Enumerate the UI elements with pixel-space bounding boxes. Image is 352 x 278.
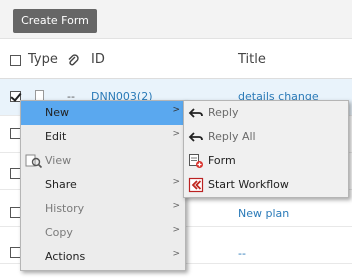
start-workflow-icon <box>188 177 204 193</box>
menu-item-label: View <box>45 154 72 167</box>
select-all-checkbox[interactable] <box>10 55 21 66</box>
menu-item-label: Copy <box>45 226 73 239</box>
submenu-item-start-workflow[interactable]: Start Workflow <box>184 173 348 197</box>
submenu-item-label: Form <box>208 154 236 167</box>
new-submenu: Reply Reply All Form Start Workflow <box>183 100 349 198</box>
submenu-arrow-icon: > <box>172 225 180 235</box>
create-form-button[interactable]: Create Form <box>13 9 97 33</box>
submenu-item-reply-all[interactable]: Reply All <box>184 125 348 149</box>
menu-item-new[interactable]: New > <box>21 101 185 125</box>
grid-header: Type ID Title <box>0 44 352 79</box>
row-title-link[interactable]: -- <box>238 247 246 260</box>
menu-item-actions[interactable]: Actions > <box>21 245 185 269</box>
row-title-link[interactable]: New plan <box>238 207 289 220</box>
submenu-item-form[interactable]: Form <box>184 149 348 173</box>
submenu-item-label: Reply <box>208 106 239 119</box>
reply-all-icon <box>188 132 203 142</box>
submenu-item-label: Start Workflow <box>208 178 289 191</box>
menu-item-share[interactable]: Share > <box>21 173 185 197</box>
column-header-id[interactable]: ID <box>91 52 105 67</box>
view-icon <box>25 154 43 169</box>
column-header-title[interactable]: Title <box>238 52 266 67</box>
menu-item-edit[interactable]: Edit > <box>21 125 185 149</box>
submenu-arrow-icon: > <box>172 249 180 259</box>
menu-item-label: Edit <box>45 130 67 143</box>
attachment-icon <box>68 54 79 66</box>
submenu-arrow-icon: > <box>172 129 180 139</box>
submenu-arrow-icon: > <box>172 201 180 211</box>
submenu-item-label: Reply All <box>208 130 256 143</box>
menu-item-label: Share <box>45 178 77 191</box>
menu-item-copy[interactable]: Copy > <box>21 221 185 245</box>
menu-item-label: History <box>45 202 85 215</box>
menu-item-label: Actions <box>45 250 86 263</box>
submenu-arrow-icon: > <box>172 105 180 115</box>
context-menu: New > Edit > View Share > History > Copy… <box>20 100 186 271</box>
new-form-icon <box>189 154 203 168</box>
reply-icon <box>188 108 203 118</box>
menu-item-label: New <box>45 106 69 119</box>
toolbar: Create Form <box>0 0 352 39</box>
column-header-type[interactable]: Type <box>28 52 58 67</box>
submenu-item-reply[interactable]: Reply <box>184 101 348 125</box>
menu-item-view[interactable]: View <box>21 149 185 173</box>
menu-item-history[interactable]: History > <box>21 197 185 221</box>
submenu-arrow-icon: > <box>172 177 180 187</box>
